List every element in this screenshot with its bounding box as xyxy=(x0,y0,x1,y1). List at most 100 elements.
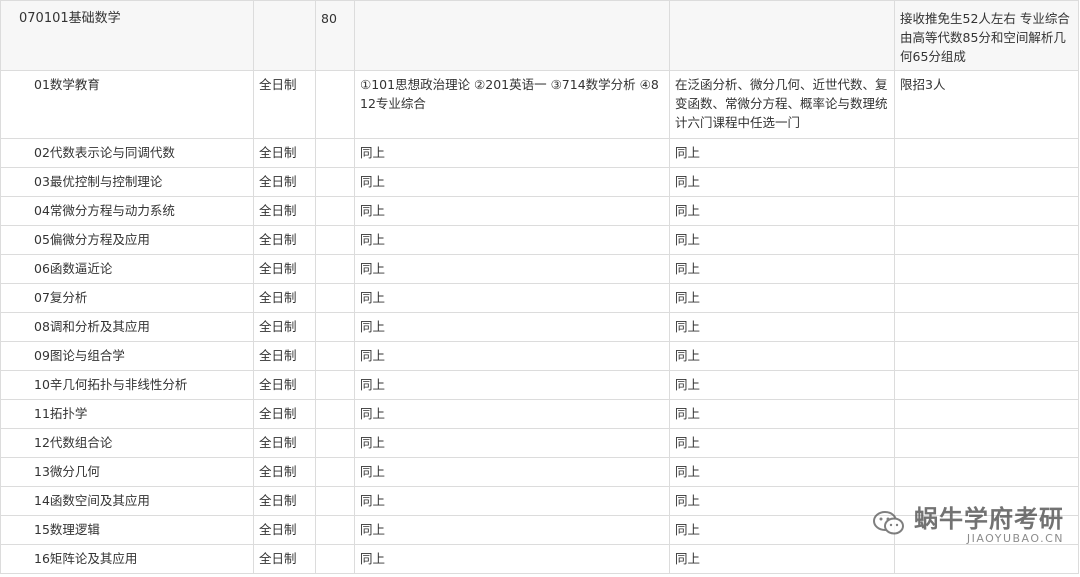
mode-cell: 全日制 xyxy=(253,254,316,284)
table-row: 07复分析 全日制 同上 同上 xyxy=(0,283,1079,313)
count-cell xyxy=(315,312,355,342)
exams-cell: 同上 xyxy=(354,399,670,429)
direction-cell: 02代数表示论与同调代数 xyxy=(0,138,254,168)
count-cell xyxy=(315,196,355,226)
count-cell xyxy=(315,283,355,313)
note-cell xyxy=(894,196,1079,226)
exams-cell: 同上 xyxy=(354,283,670,313)
table-header-row: 070101基础数学 80 接收推免生52人左右 专业综合由高等代数85分和空间… xyxy=(0,0,1079,71)
table-row: 03最优控制与控制理论 全日制 同上 同上 xyxy=(0,167,1079,197)
exams-cell: 同上 xyxy=(354,457,670,487)
mode-cell: 全日制 xyxy=(253,196,316,226)
count-cell xyxy=(315,254,355,284)
direction-cell: 08调和分析及其应用 xyxy=(0,312,254,342)
table-row: 06函数逼近论 全日制 同上 同上 xyxy=(0,254,1079,284)
subjects-header-cell xyxy=(669,0,895,71)
exams-cell: 同上 xyxy=(354,225,670,255)
count-cell xyxy=(315,399,355,429)
mode-cell: 全日制 xyxy=(253,312,316,342)
note-cell xyxy=(894,138,1079,168)
mode-cell: 全日制 xyxy=(253,428,316,458)
subjects-cell: 同上 xyxy=(669,312,895,342)
enrollment-count: 80 xyxy=(315,0,355,71)
mode-cell: 全日制 xyxy=(253,70,316,139)
table-row: 13微分几何 全日制 同上 同上 xyxy=(0,457,1079,487)
subjects-cell: 同上 xyxy=(669,457,895,487)
direction-cell: 09图论与组合学 xyxy=(0,341,254,371)
exams-cell: 同上 xyxy=(354,370,670,400)
mode-cell: 全日制 xyxy=(253,283,316,313)
watermark-subtext: JIAOYUBAO.CN xyxy=(966,532,1064,545)
subjects-cell: 同上 xyxy=(669,196,895,226)
direction-cell: 07复分析 xyxy=(0,283,254,313)
subjects-cell: 同上 xyxy=(669,486,895,516)
note-cell xyxy=(894,399,1079,429)
note-cell: 限招3人 xyxy=(894,70,1079,139)
note-cell xyxy=(894,283,1079,313)
direction-cell: 15数理逻辑 xyxy=(0,515,254,545)
direction-cell: 11拓扑学 xyxy=(0,399,254,429)
mode-cell: 全日制 xyxy=(253,225,316,255)
subjects-cell: 同上 xyxy=(669,544,895,574)
count-cell xyxy=(315,70,355,139)
subjects-cell: 同上 xyxy=(669,341,895,371)
note-cell xyxy=(894,312,1079,342)
subjects-cell: 同上 xyxy=(669,283,895,313)
exams-cell: 同上 xyxy=(354,486,670,516)
table-row: 04常微分方程与动力系统 全日制 同上 同上 xyxy=(0,196,1079,226)
exams-cell: 同上 xyxy=(354,138,670,168)
direction-cell: 04常微分方程与动力系统 xyxy=(0,196,254,226)
table-row: 01数学教育 全日制 ①101思想政治理论 ②201英语一 ③714数学分析 ④… xyxy=(0,70,1079,139)
subjects-cell: 同上 xyxy=(669,370,895,400)
direction-cell: 01数学教育 xyxy=(0,70,254,139)
table-row: 11拓扑学 全日制 同上 同上 xyxy=(0,399,1079,429)
mode-cell: 全日制 xyxy=(253,515,316,545)
exams-header-cell xyxy=(354,0,670,71)
direction-cell: 16矩阵论及其应用 xyxy=(0,544,254,574)
count-cell xyxy=(315,544,355,574)
direction-cell: 10辛几何拓扑与非线性分析 xyxy=(0,370,254,400)
mode-cell: 全日制 xyxy=(253,486,316,516)
exams-cell: 同上 xyxy=(354,544,670,574)
exams-cell: 同上 xyxy=(354,515,670,545)
count-cell xyxy=(315,428,355,458)
wechat-icon xyxy=(872,509,906,541)
count-cell xyxy=(315,167,355,197)
count-cell xyxy=(315,138,355,168)
count-cell xyxy=(315,486,355,516)
admissions-table: 070101基础数学 80 接收推免生52人左右 专业综合由高等代数85分和空间… xyxy=(0,0,1079,574)
table-row: 09图论与组合学 全日制 同上 同上 xyxy=(0,341,1079,371)
table-row: 16矩阵论及其应用 全日制 同上 同上 xyxy=(0,544,1079,574)
mode-cell: 全日制 xyxy=(253,370,316,400)
mode-header-cell xyxy=(253,0,316,71)
direction-cell: 06函数逼近论 xyxy=(0,254,254,284)
note-cell xyxy=(894,428,1079,458)
direction-cell: 03最优控制与控制理论 xyxy=(0,167,254,197)
exams-cell: 同上 xyxy=(354,428,670,458)
count-cell xyxy=(315,225,355,255)
table-row: 12代数组合论 全日制 同上 同上 xyxy=(0,428,1079,458)
direction-cell: 14函数空间及其应用 xyxy=(0,486,254,516)
mode-cell: 全日制 xyxy=(253,457,316,487)
watermark-text: 蜗牛学府考研 xyxy=(914,505,1064,533)
subjects-cell: 同上 xyxy=(669,225,895,255)
subjects-cell: 同上 xyxy=(669,399,895,429)
count-cell xyxy=(315,341,355,371)
count-cell xyxy=(315,370,355,400)
subjects-cell: 同上 xyxy=(669,254,895,284)
subjects-cell: 在泛函分析、微分几何、近世代数、复变函数、常微分方程、概率论与数理统计六门课程中… xyxy=(669,70,895,139)
exams-cell: ①101思想政治理论 ②201英语一 ③714数学分析 ④812专业综合 xyxy=(354,70,670,139)
count-cell xyxy=(315,457,355,487)
subjects-cell: 同上 xyxy=(669,138,895,168)
direction-cell: 05偏微分方程及应用 xyxy=(0,225,254,255)
count-cell xyxy=(315,515,355,545)
table-row: 10辛几何拓扑与非线性分析 全日制 同上 同上 xyxy=(0,370,1079,400)
subjects-cell: 同上 xyxy=(669,167,895,197)
mode-cell: 全日制 xyxy=(253,341,316,371)
mode-cell: 全日制 xyxy=(253,399,316,429)
note-cell xyxy=(894,370,1079,400)
direction-cell: 12代数组合论 xyxy=(0,428,254,458)
exams-cell: 同上 xyxy=(354,312,670,342)
watermark: 蜗牛学府考研 JIAOYUBAO.CN xyxy=(872,505,1064,545)
mode-cell: 全日制 xyxy=(253,167,316,197)
